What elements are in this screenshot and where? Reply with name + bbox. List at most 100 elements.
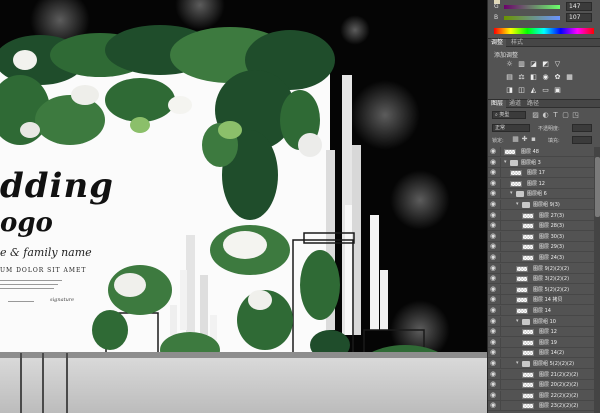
threshold-icon[interactable]: ◭ — [530, 87, 537, 94]
layer-row[interactable]: ◉ 图层 21(2)(2)(2) — [488, 369, 594, 380]
layer-row[interactable]: ◉ 图层 14(2) — [488, 348, 594, 359]
slider-g-value-field[interactable]: 147 — [566, 2, 592, 11]
visibility-eye-icon[interactable]: ◉ — [490, 296, 497, 303]
visibility-eye-icon[interactable]: ◉ — [490, 211, 497, 219]
filter-adjust-icon[interactable]: ◐ — [542, 112, 549, 119]
layer-row[interactable]: ◉ 图层 30(3) — [488, 231, 594, 242]
layer-name: 图层 9(2)(2)(2) — [533, 265, 570, 272]
layer-group-row[interactable]: ◉ ▾ 图层组 10 — [488, 316, 594, 327]
layer-row[interactable]: ◉ 图层 5(2)(2)(2) — [488, 284, 594, 295]
tab-adjustments[interactable]: 调整 — [488, 39, 507, 47]
chevron-down-icon[interactable]: ▾ — [516, 201, 519, 207]
blend-mode-dropdown[interactable]: 正常 — [492, 124, 530, 132]
visibility-eye-icon[interactable]: ◉ — [490, 402, 497, 409]
visibility-eye-icon[interactable]: ◉ — [490, 190, 497, 197]
visibility-eye-icon[interactable]: ◉ — [490, 275, 497, 282]
layer-row[interactable]: ◉ 图层 23(2)(2)(2) — [488, 401, 594, 412]
tab-layers[interactable]: 图层 — [488, 100, 507, 108]
visibility-eye-icon[interactable]: ◉ — [490, 317, 497, 325]
layer-row[interactable]: ◉ 图层 14 — [488, 306, 594, 316]
visibility-eye-icon[interactable]: ◉ — [490, 158, 497, 166]
color-spectrum[interactable] — [494, 28, 594, 34]
layer-filter-dropdown[interactable]: ⌕ 类型 — [492, 111, 526, 119]
visibility-eye-icon[interactable]: ◉ — [490, 391, 497, 399]
hue-icon[interactable]: ▤ — [506, 74, 513, 81]
layer-row[interactable]: ◉ 图层 12 — [488, 327, 594, 338]
layer-row[interactable]: ◉ 图层 27(3) — [488, 210, 594, 221]
layer-row[interactable]: ◉ 图层 12 — [488, 178, 594, 189]
layer-group-row[interactable]: ◉ ▾ 图层组 6 — [488, 189, 594, 200]
visibility-eye-icon[interactable]: ◉ — [490, 254, 497, 261]
slider-g-track[interactable] — [504, 5, 560, 9]
layer-row[interactable]: ◉ 图层 14 拷贝 — [488, 295, 594, 306]
visibility-eye-icon[interactable]: ◉ — [490, 338, 497, 346]
visibility-eye-icon[interactable]: ◉ — [490, 264, 497, 272]
exposure-icon[interactable]: ◩ — [542, 61, 549, 68]
lock-pixels-icon[interactable]: ▦ — [512, 136, 519, 143]
tab-channels[interactable]: 通道 — [506, 100, 524, 108]
slider-b-track[interactable] — [504, 16, 560, 20]
posterize-icon[interactable]: ◫ — [518, 87, 525, 94]
filter-type-icon[interactable]: T — [552, 112, 559, 119]
color-slider-b[interactable]: B 107 — [494, 13, 596, 23]
opacity-field[interactable] — [572, 124, 592, 132]
photo-filter-icon[interactable]: ◉ — [542, 74, 549, 81]
chevron-down-icon[interactable]: ▾ — [516, 360, 519, 366]
color-balance-icon[interactable]: ⚖ — [518, 74, 525, 81]
levels-icon[interactable]: ▥ — [518, 61, 525, 68]
filter-shape-icon[interactable]: ▢ — [562, 112, 569, 119]
layer-row[interactable]: ◉ 图层 20(2)(2)(2) — [488, 380, 594, 391]
visibility-eye-icon[interactable]: ◉ — [490, 232, 497, 240]
layer-row[interactable]: ◉ 图层 22(2)(2)(2) — [488, 390, 594, 401]
visibility-eye-icon[interactable]: ◉ — [490, 148, 497, 155]
layer-row[interactable]: ◉ 图层 29(3) — [488, 242, 594, 253]
layer-row[interactable]: ◉ 图层 3(2)(2)(2) — [488, 274, 594, 285]
layer-row[interactable]: ◉ 图层 19 — [488, 337, 594, 348]
layer-row[interactable]: ◉ 图层 24(3) — [488, 253, 594, 263]
visibility-eye-icon[interactable]: ◉ — [490, 349, 497, 356]
visibility-eye-icon[interactable]: ◉ — [490, 328, 497, 335]
color-slider-g[interactable]: G 147 — [494, 2, 596, 12]
gradient-map-icon[interactable]: ▭ — [542, 87, 549, 94]
document-canvas[interactable]: dding ogo e & family name UM DOLOR SIT A… — [0, 0, 487, 413]
bw-icon[interactable]: ◧ — [530, 74, 537, 81]
fill-field[interactable] — [572, 136, 592, 144]
slider-b-value-field[interactable]: 107 — [566, 13, 592, 22]
chevron-down-icon[interactable]: ▾ — [510, 190, 513, 196]
invert-icon[interactable]: ◨ — [506, 87, 513, 94]
visibility-eye-icon[interactable]: ◉ — [490, 307, 497, 314]
chevron-down-icon[interactable]: ▾ — [516, 318, 519, 324]
visibility-eye-icon[interactable]: ◉ — [490, 201, 497, 208]
visibility-eye-icon[interactable]: ◉ — [490, 370, 497, 378]
layer-row[interactable]: ◉ 图层 9(2)(2)(2) — [488, 263, 594, 274]
layer-group-row[interactable]: ◉ ▾ 图层组 5(2)(2)(2) — [488, 359, 594, 369]
channel-mixer-icon[interactable]: ✿ — [554, 74, 561, 81]
visibility-eye-icon[interactable]: ◉ — [490, 179, 497, 187]
visibility-eye-icon[interactable]: ◉ — [490, 222, 497, 229]
chevron-down-icon[interactable]: ▾ — [504, 159, 507, 165]
scrollbar-thumb[interactable] — [595, 157, 600, 217]
visibility-eye-icon[interactable]: ◉ — [490, 360, 497, 367]
filter-pixel-icon[interactable]: ▨ — [532, 112, 539, 119]
visibility-eye-icon[interactable]: ◉ — [490, 169, 497, 176]
color-lookup-icon[interactable]: ▦ — [566, 74, 573, 81]
layer-row[interactable]: ◉ 图层 28(3) — [488, 221, 594, 232]
layers-scrollbar[interactable] — [594, 147, 600, 413]
layer-row[interactable]: ◉ 图层 48 — [488, 147, 594, 157]
tab-paths[interactable]: 路径 — [524, 100, 542, 108]
triangle-icon[interactable]: ▽ — [554, 61, 561, 68]
layer-group-row[interactable]: ◉ ▾ 图层组 9(3) — [488, 200, 594, 210]
layer-row[interactable]: ◉ 图层 17 — [488, 168, 594, 179]
layer-group-row[interactable]: ◉ ▾ 图层组 3 — [488, 157, 594, 168]
visibility-eye-icon[interactable]: ◉ — [490, 285, 497, 293]
curves-icon[interactable]: ◪ — [530, 61, 537, 68]
tab-styles[interactable]: 样式 — [508, 39, 526, 47]
visibility-eye-icon[interactable]: ◉ — [490, 381, 497, 388]
layer-thumbnail — [516, 297, 528, 304]
lock-position-icon[interactable]: ✚ — [521, 136, 528, 143]
visibility-eye-icon[interactable]: ◉ — [490, 243, 497, 250]
brightness-icon[interactable]: ☼ — [506, 61, 513, 68]
selective-color-icon[interactable]: ▣ — [554, 87, 561, 94]
filter-smart-icon[interactable]: ◳ — [572, 112, 579, 119]
lock-all-icon[interactable]: ▪ — [530, 136, 537, 143]
